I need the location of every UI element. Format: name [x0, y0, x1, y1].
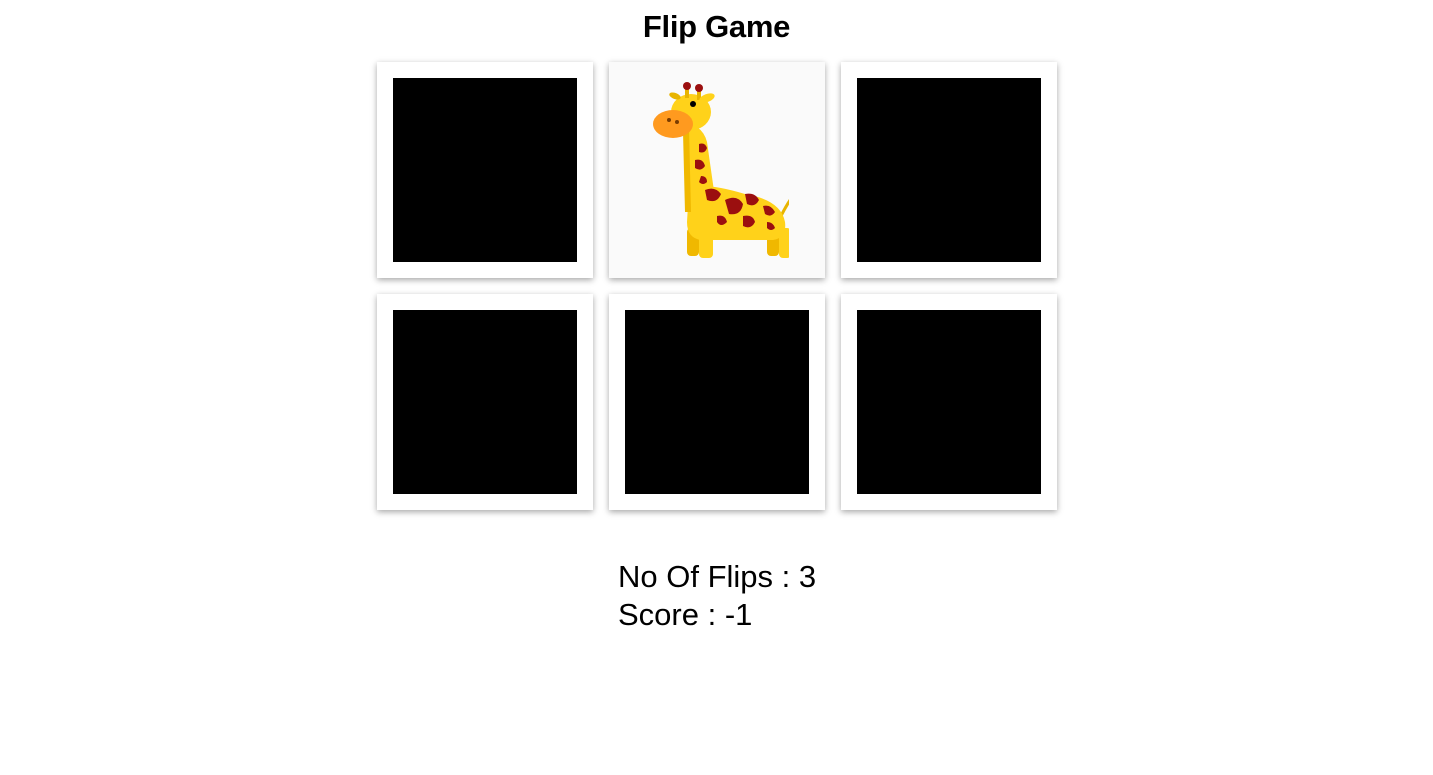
score-counter: Score : -1: [618, 596, 816, 634]
card-2[interactable]: [609, 62, 825, 278]
card-back: [625, 310, 809, 494]
card-1[interactable]: [377, 62, 593, 278]
game-title: Flip Game: [642, 9, 791, 44]
card-3[interactable]: [841, 62, 1057, 278]
flips-counter: No Of Flips : 3: [618, 558, 816, 596]
flips-value: 3: [798, 559, 817, 594]
card-grid: [377, 62, 1057, 510]
score-value: -1: [724, 597, 753, 632]
card-6[interactable]: [841, 294, 1057, 510]
giraffe-icon: [653, 82, 789, 258]
card-4[interactable]: [377, 294, 593, 510]
game-stats: No Of Flips : 3 Score : -1: [618, 558, 816, 634]
flip-game-page: Flip Game No Of Flips: 3 Score: -1: [0, 0, 1433, 775]
flips-label: No Of Flips :: [618, 559, 799, 594]
card-back: [857, 78, 1041, 262]
card-back: [393, 78, 577, 262]
card-5[interactable]: [609, 294, 825, 510]
card-back: [393, 310, 577, 494]
card-back: [857, 310, 1041, 494]
card-face: [625, 78, 809, 262]
score-label: Score :: [618, 597, 725, 632]
